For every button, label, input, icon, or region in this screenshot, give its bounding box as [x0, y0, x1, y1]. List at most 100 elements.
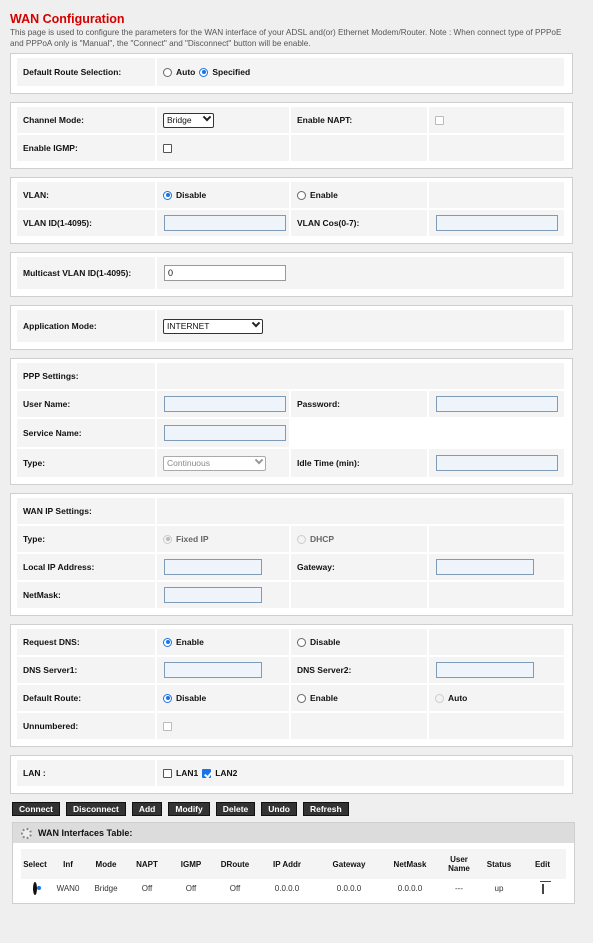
vlan-id-input[interactable]	[164, 215, 286, 231]
local-ip-label: Local IP Address:	[17, 554, 157, 582]
application-mode-select[interactable]: INTERNET	[163, 318, 263, 334]
multicast-vlan-input[interactable]: 0	[164, 265, 286, 281]
user-name-input[interactable]	[164, 396, 286, 412]
lan2-checkbox[interactable]	[202, 768, 212, 778]
idle-time-input[interactable]	[436, 455, 558, 471]
request-dns-label: Request DNS:	[17, 629, 157, 657]
dns-server1-label: DNS Server1:	[17, 657, 157, 685]
droute-enable-radio[interactable]	[297, 693, 306, 703]
dns-server2-label: DNS Server2:	[291, 657, 429, 685]
lan1-label: LAN1	[176, 768, 199, 778]
request-dns-disable-label: Disable	[310, 637, 341, 647]
netmask-input[interactable]	[164, 587, 262, 603]
default-route-auto-label: Auto	[176, 67, 196, 77]
request-dns-enable-radio[interactable]	[163, 637, 172, 647]
refresh-button[interactable]: Refresh	[302, 802, 349, 816]
vlan-disable-label: Disable	[176, 190, 207, 200]
vlan-section: VLAN: Disable Enable VLAN ID(1-4095): VL…	[10, 177, 573, 244]
col-header: Mode	[95, 859, 117, 869]
col-header: Status	[486, 859, 512, 869]
lan-section: LAN : LAN1 LAN2	[10, 755, 573, 794]
dhcp-radio[interactable]	[297, 534, 306, 544]
col-header: DRoute	[220, 859, 250, 869]
table-header-bar: WAN Interfaces Table:	[13, 823, 574, 843]
cell-gateway: 0.0.0.0	[336, 883, 362, 893]
enable-napt-checkbox[interactable]	[435, 115, 444, 125]
request-dns-disable-radio[interactable]	[297, 637, 306, 647]
dhcp-label: DHCP	[310, 534, 335, 544]
wan-ip-settings-label: WAN IP Settings:	[17, 498, 157, 526]
netmask-label: NetMask:	[17, 582, 157, 610]
modify-button[interactable]: Modify	[168, 802, 210, 816]
col-header: User Name	[448, 855, 470, 873]
lan-label: LAN :	[17, 760, 157, 788]
vlan-cos-label: VLAN Cos(0-7):	[291, 210, 429, 238]
trash-icon[interactable]	[541, 883, 544, 894]
cell-napt: Off	[141, 883, 153, 893]
droute-disable-radio[interactable]	[163, 693, 172, 703]
idle-time-label: Idle Time (min):	[291, 449, 429, 479]
undo-button[interactable]: Undo	[261, 802, 297, 816]
col-header: NAPT	[136, 859, 158, 869]
service-name-input[interactable]	[164, 425, 286, 441]
cell-ip: 0.0.0.0	[274, 883, 300, 893]
lan2-label: LAN2	[215, 768, 238, 778]
disconnect-button[interactable]: Disconnect	[66, 802, 126, 816]
multicast-vlan-label: Multicast VLAN ID(1-4095):	[17, 257, 157, 291]
default-route-dns-label: Default Route:	[17, 685, 157, 713]
delete-button[interactable]: Delete	[215, 802, 256, 816]
vlan-label: VLAN:	[17, 182, 157, 210]
channel-mode-value: Bridge	[167, 115, 192, 125]
gateway-label: Gateway:	[291, 554, 429, 582]
default-route-specified-radio[interactable]	[199, 67, 209, 77]
page-description: This page is used to configure the param…	[10, 28, 562, 48]
col-header: Select	[23, 859, 47, 869]
wan-ip-type-label: Type:	[17, 526, 157, 554]
droute-disable-label: Disable	[176, 693, 207, 703]
channel-section: Channel Mode: Bridge Enable NAPT: Enable…	[10, 102, 573, 169]
cell-droute: Off	[229, 883, 241, 893]
droute-auto-label: Auto	[448, 693, 468, 703]
service-name-label: Service Name:	[17, 419, 157, 449]
connect-button[interactable]: Connect	[12, 802, 60, 816]
page-title: WAN Configuration	[10, 12, 125, 26]
local-ip-input[interactable]	[164, 559, 262, 575]
default-route-auto-radio[interactable]	[163, 67, 172, 77]
request-dns-enable-label: Enable	[176, 637, 204, 647]
row-select-radio[interactable]	[33, 881, 37, 895]
gear-icon	[21, 827, 32, 839]
cell-user: ---	[455, 883, 463, 893]
vlan-enable-radio[interactable]	[297, 190, 306, 200]
add-button[interactable]: Add	[131, 802, 163, 816]
cell-netmask: 0.0.0.0	[397, 883, 423, 893]
cell-inf: WAN0	[56, 883, 80, 893]
vlan-cos-input[interactable]	[436, 215, 558, 231]
vlan-id-label: VLAN ID(1-4095):	[17, 210, 157, 238]
vlan-disable-radio[interactable]	[163, 190, 172, 200]
fixed-ip-radio[interactable]	[163, 534, 172, 544]
channel-mode-select[interactable]: Bridge	[163, 112, 214, 128]
ppp-type-select[interactable]: Continuous	[163, 455, 266, 471]
default-route-options: Auto Specified	[157, 58, 566, 88]
application-mode-label: Application Mode:	[17, 310, 157, 344]
wan-interfaces-table: WAN Interfaces Table: Select Inf Mode NA…	[12, 822, 575, 904]
gateway-input[interactable]	[436, 559, 534, 575]
lan1-checkbox[interactable]	[163, 768, 172, 778]
dns-section: Request DNS: Enable Disable DNS Server1:…	[10, 624, 573, 747]
enable-igmp-checkbox[interactable]	[163, 143, 172, 153]
droute-auto-radio[interactable]	[435, 693, 444, 703]
dns-server1-input[interactable]	[164, 662, 262, 678]
enable-igmp-label: Enable IGMP:	[17, 135, 157, 163]
col-header: Edit	[534, 859, 551, 869]
default-route-label: Default Route Selection:	[17, 58, 157, 88]
ppp-section: PPP Settings: User Name: Password: Servi…	[10, 358, 573, 485]
unnumbered-checkbox[interactable]	[163, 721, 172, 731]
col-header: IGMP	[180, 859, 202, 869]
password-input[interactable]	[436, 396, 558, 412]
ppp-type-label: Type:	[17, 449, 157, 479]
vlan-enable-label: Enable	[310, 190, 338, 200]
dns-server2-input[interactable]	[436, 662, 534, 678]
ppp-settings-label: PPP Settings:	[17, 363, 157, 391]
col-header: NetMask	[393, 859, 427, 869]
chevron-down-icon	[251, 318, 261, 328]
